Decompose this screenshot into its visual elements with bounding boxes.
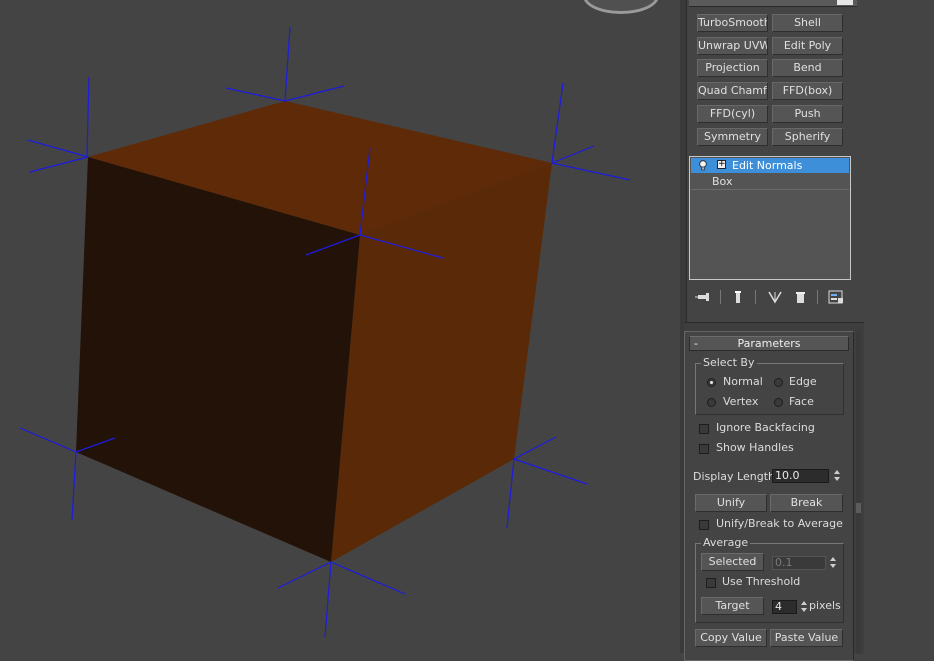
unify-button[interactable]: Unify [695,494,767,512]
average-target-button[interactable]: Target [701,597,764,615]
push-button[interactable]: Push [772,105,843,123]
separator [755,290,756,304]
select-by-group: Select By Normal Edge Vertex Face [695,356,844,415]
edit-poly-button[interactable]: Edit Poly [772,37,843,55]
use-threshold-checkbox[interactable] [706,578,716,588]
stack-item-label: Edit Normals [732,159,803,172]
symmetry-button[interactable]: Symmetry [697,128,768,146]
radio-face[interactable] [774,398,783,407]
remove-modifier-icon[interactable] [791,288,809,306]
turbosmooth-button[interactable]: TurboSmooth [697,14,768,32]
scroll-thumb[interactable] [856,503,861,513]
viewport[interactable] [0,0,680,653]
break-button[interactable]: Break [770,494,843,512]
target-pixels-field[interactable]: 4 [772,600,797,614]
parameters-panel: - Parameters Select By Normal Edge Verte… [684,322,864,661]
ignore-backfacing-label: Ignore Backfacing [716,421,815,434]
copy-value-button[interactable]: Copy Value [695,629,767,647]
target-pixels-spinner[interactable] [800,600,809,614]
configure-sets-icon[interactable] [827,288,845,306]
viewport-canvas[interactable] [0,0,680,653]
average-group: Average Selected 0.1 Use Threshold Targe… [695,536,844,623]
radio-edge[interactable] [774,378,783,387]
quad-chamfer-button[interactable]: Quad Chamfer [697,82,768,100]
average-selected-button[interactable]: Selected [701,553,764,571]
parameters-rollout: - Parameters Select By Normal Edge Verte… [684,331,854,661]
modifier-list-dropdown[interactable] [689,0,857,7]
show-handles-checkbox[interactable] [699,444,709,454]
modifier-stack[interactable]: + Edit Normals Box [689,156,851,280]
command-panel: TurboSmooth Shell Unwrap UVW Edit Poly P… [684,0,934,661]
pin-stack-icon[interactable] [695,288,713,306]
show-end-result-icon[interactable] [729,288,747,306]
stack-item-label: Box [712,175,733,188]
color-swatch[interactable] [837,0,853,5]
ffd-cyl-button[interactable]: FFD(cyl) [697,105,768,123]
radio-edge-label: Edge [789,375,817,388]
stack-toolbar [689,288,851,306]
projection-button[interactable]: Projection [697,59,768,77]
show-handles-label: Show Handles [716,441,794,454]
collapse-icon[interactable]: - [694,337,698,350]
spherify-button[interactable]: Spherify [772,128,843,146]
ffd-box-button[interactable]: FFD(box) [772,82,843,100]
radio-face-label: Face [789,395,814,408]
radio-vertex[interactable] [707,398,716,407]
rollout-title: Parameters [737,337,801,350]
radio-normal[interactable] [707,378,716,387]
bend-button[interactable]: Bend [772,59,843,77]
stack-item-edit-normals[interactable]: + Edit Normals [691,158,849,173]
group-title: Average [701,536,751,549]
parameters-rollout-header[interactable]: - Parameters [689,336,849,351]
panel-scrollbar[interactable] [856,331,861,654]
display-length-label: Display Length: [693,470,779,483]
shell-button[interactable]: Shell [772,14,843,32]
use-threshold-label: Use Threshold [722,575,801,588]
target-unit-label: pixels [809,599,841,612]
separator [720,290,721,304]
average-selected-field[interactable]: 0.1 [772,556,826,570]
group-title: Select By [701,356,757,369]
unwrap-uvw-button[interactable]: Unwrap UVW [697,37,768,55]
expand-icon[interactable]: + [717,160,726,169]
average-selected-spinner[interactable] [829,556,838,570]
unify-break-average-checkbox[interactable] [699,520,709,530]
lightbulb-icon[interactable] [699,160,707,171]
radio-normal-label: Normal [723,375,763,388]
display-length-field[interactable]: 10.0 [772,469,829,483]
radio-vertex-label: Vertex [723,395,759,408]
separator [817,290,818,304]
unify-break-average-label: Unify/Break to Average [716,517,843,530]
ignore-backfacing-checkbox[interactable] [699,424,709,434]
stack-item-box[interactable]: Box [691,174,849,190]
make-unique-icon[interactable] [766,288,784,306]
paste-value-button[interactable]: Paste Value [770,629,843,647]
display-length-spinner[interactable] [833,469,842,483]
